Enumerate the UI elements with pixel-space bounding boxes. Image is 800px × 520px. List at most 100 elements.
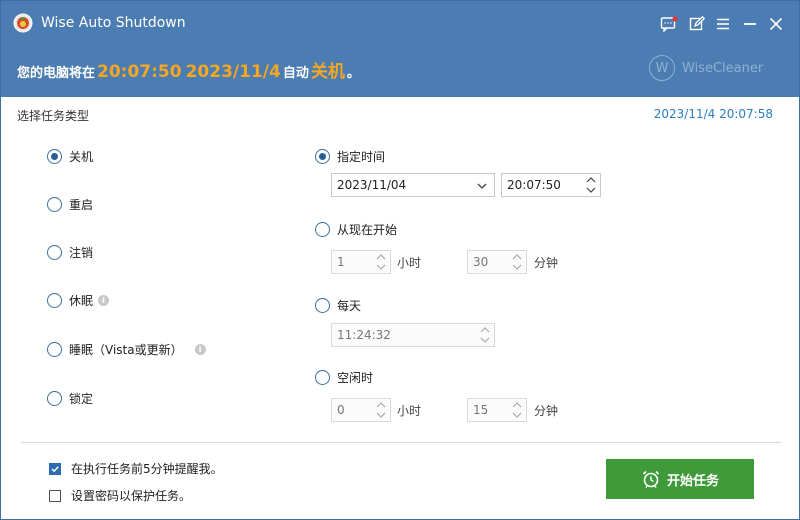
info-icon[interactable]: i bbox=[98, 295, 110, 306]
close-icon[interactable] bbox=[765, 13, 787, 35]
message-icon[interactable] bbox=[658, 13, 680, 35]
date-picker[interactable]: 2023/11/04 bbox=[331, 173, 495, 197]
time-value: 20:07:50 bbox=[507, 178, 561, 192]
chevron-down-icon[interactable] bbox=[478, 336, 492, 345]
from-now-hours-value: 1 bbox=[337, 255, 345, 269]
radio-specified-time[interactable] bbox=[315, 149, 330, 164]
time-stepper[interactable] bbox=[584, 175, 598, 195]
chevron-down-icon[interactable] bbox=[476, 180, 488, 192]
chevron-down-icon[interactable] bbox=[510, 263, 524, 272]
chevron-up-icon[interactable] bbox=[510, 252, 524, 261]
info-icon[interactable]: i bbox=[194, 344, 206, 355]
radio-hibernate[interactable] bbox=[47, 293, 62, 308]
chevron-down-icon[interactable] bbox=[374, 263, 388, 272]
password-option[interactable]: 设置密码以保护任务。 bbox=[49, 487, 191, 504]
chevron-down-icon[interactable] bbox=[584, 186, 598, 195]
task-logoff-label: 注销 bbox=[69, 246, 94, 260]
date-value: 2023/11/04 bbox=[337, 178, 407, 192]
start-task-button[interactable]: 开始任务 bbox=[606, 459, 754, 499]
radio-idle[interactable] bbox=[315, 370, 330, 385]
title-bar: Wise Auto Shutdown bbox=[1, 1, 799, 45]
section-label: 选择任务类型 bbox=[17, 109, 90, 123]
chevron-down-icon[interactable] bbox=[374, 411, 388, 420]
schedule-specified-label: 指定时间 bbox=[337, 150, 386, 164]
idle-hours-spin[interactable] bbox=[374, 400, 388, 420]
radio-restart[interactable] bbox=[47, 197, 62, 212]
time-field[interactable]: 20:07:50 bbox=[501, 173, 601, 197]
task-lock-label: 锁定 bbox=[69, 392, 94, 406]
hours-stepper[interactable] bbox=[374, 252, 388, 272]
idle-minutes-value: 15 bbox=[473, 403, 489, 417]
task-logoff[interactable]: 注销 bbox=[47, 244, 93, 261]
idle-hours-value: 0 bbox=[337, 403, 345, 417]
status-mid: 自动 bbox=[282, 66, 309, 81]
radio-sleep[interactable] bbox=[47, 342, 62, 357]
remind-checkbox[interactable] bbox=[49, 462, 61, 475]
task-sleep[interactable]: 睡眠（Vista或更新） i bbox=[47, 341, 206, 358]
task-sleep-label: 睡眠（Vista或更新） bbox=[69, 343, 183, 357]
radio-from-now[interactable] bbox=[315, 222, 330, 237]
status-suffix: 。 bbox=[346, 66, 360, 81]
chevron-up-icon[interactable] bbox=[374, 252, 388, 261]
chevron-down-icon[interactable] bbox=[510, 411, 524, 420]
from-now-hours-stepper[interactable]: 1 bbox=[331, 250, 391, 274]
divider bbox=[21, 442, 781, 443]
idle-minutes-unit: 分钟 bbox=[534, 404, 559, 418]
schedule-daily-label: 每天 bbox=[337, 299, 362, 313]
schedule-specified[interactable]: 指定时间 bbox=[315, 148, 385, 165]
chevron-up-icon[interactable] bbox=[584, 175, 598, 184]
edit-icon[interactable] bbox=[686, 13, 708, 35]
minimize-icon[interactable] bbox=[739, 13, 761, 35]
task-shutdown[interactable]: 关机 bbox=[47, 148, 93, 165]
idle-minutes-spin[interactable] bbox=[510, 400, 524, 420]
schedule-from-now[interactable]: 从现在开始 bbox=[315, 221, 397, 238]
idle-hours-stepper[interactable]: 0 bbox=[331, 398, 391, 422]
task-restart[interactable]: 重启 bbox=[47, 196, 93, 213]
menu-icon[interactable] bbox=[712, 13, 734, 35]
idle-hours-unit: 小时 bbox=[397, 404, 422, 418]
radio-logoff[interactable] bbox=[47, 245, 62, 260]
from-now-minutes-value: 30 bbox=[473, 255, 489, 269]
password-checkbox[interactable] bbox=[49, 489, 61, 502]
schedule-idle-label: 空闲时 bbox=[337, 371, 374, 385]
schedule-from-now-label: 从现在开始 bbox=[337, 223, 398, 237]
status-time: 20:07:50 bbox=[97, 62, 182, 82]
app-title: Wise Auto Shutdown bbox=[41, 15, 186, 31]
schedule-idle[interactable]: 空闲时 bbox=[315, 369, 373, 386]
from-now-minutes-stepper[interactable]: 30 bbox=[467, 250, 527, 274]
brand-name: WiseCleaner bbox=[682, 60, 764, 76]
radio-lock[interactable] bbox=[47, 391, 62, 406]
chevron-up-icon[interactable] bbox=[374, 400, 388, 409]
minutes-unit: 分钟 bbox=[534, 256, 559, 270]
checkmark-icon bbox=[51, 465, 59, 472]
radio-daily[interactable] bbox=[315, 298, 330, 313]
remind-option[interactable]: 在执行任务前5分钟提醒我。 bbox=[49, 460, 223, 477]
schedule-daily[interactable]: 每天 bbox=[315, 297, 361, 314]
status-date: 2023/11/4 bbox=[185, 62, 281, 82]
chevron-up-icon[interactable] bbox=[510, 400, 524, 409]
task-hibernate-label: 休眠 bbox=[69, 294, 94, 308]
status-prefix: 您的电脑将在 bbox=[17, 66, 96, 81]
chevron-up-icon[interactable] bbox=[478, 325, 492, 334]
shutdown-status: 您的电脑将在 20:07:50 2023/11/4 自动 关机 。 bbox=[17, 57, 360, 82]
daily-time-stepper[interactable] bbox=[478, 325, 492, 345]
task-hibernate[interactable]: 休眠 i bbox=[47, 292, 110, 309]
task-restart-label: 重启 bbox=[69, 198, 94, 212]
idle-minutes-stepper[interactable]: 15 bbox=[467, 398, 527, 422]
start-task-label: 开始任务 bbox=[666, 473, 719, 489]
app-logo-icon bbox=[13, 13, 33, 33]
daily-time-field[interactable]: 11:24:32 bbox=[331, 323, 495, 347]
app-window: Wise Auto Shutdown 您的电脑将在 20:07:50 2023/… bbox=[0, 0, 800, 520]
remind-label: 在执行任务前5分钟提醒我。 bbox=[71, 462, 223, 476]
task-shutdown-label: 关机 bbox=[69, 150, 94, 164]
alarm-clock-icon bbox=[642, 470, 660, 488]
header: Wise Auto Shutdown 您的电脑将在 20:07:50 2023/… bbox=[1, 1, 799, 97]
hours-unit: 小时 bbox=[397, 256, 422, 270]
status-action: 关机 bbox=[310, 62, 345, 82]
current-clock: 2023/11/4 20:07:58 bbox=[653, 107, 773, 121]
wisecleaner-brand[interactable]: W WiseCleaner bbox=[649, 55, 763, 81]
minutes-stepper[interactable] bbox=[510, 252, 524, 272]
radio-shutdown[interactable] bbox=[47, 149, 62, 164]
wisecleaner-logo-icon: W bbox=[649, 55, 675, 81]
task-lock[interactable]: 锁定 bbox=[47, 390, 93, 407]
